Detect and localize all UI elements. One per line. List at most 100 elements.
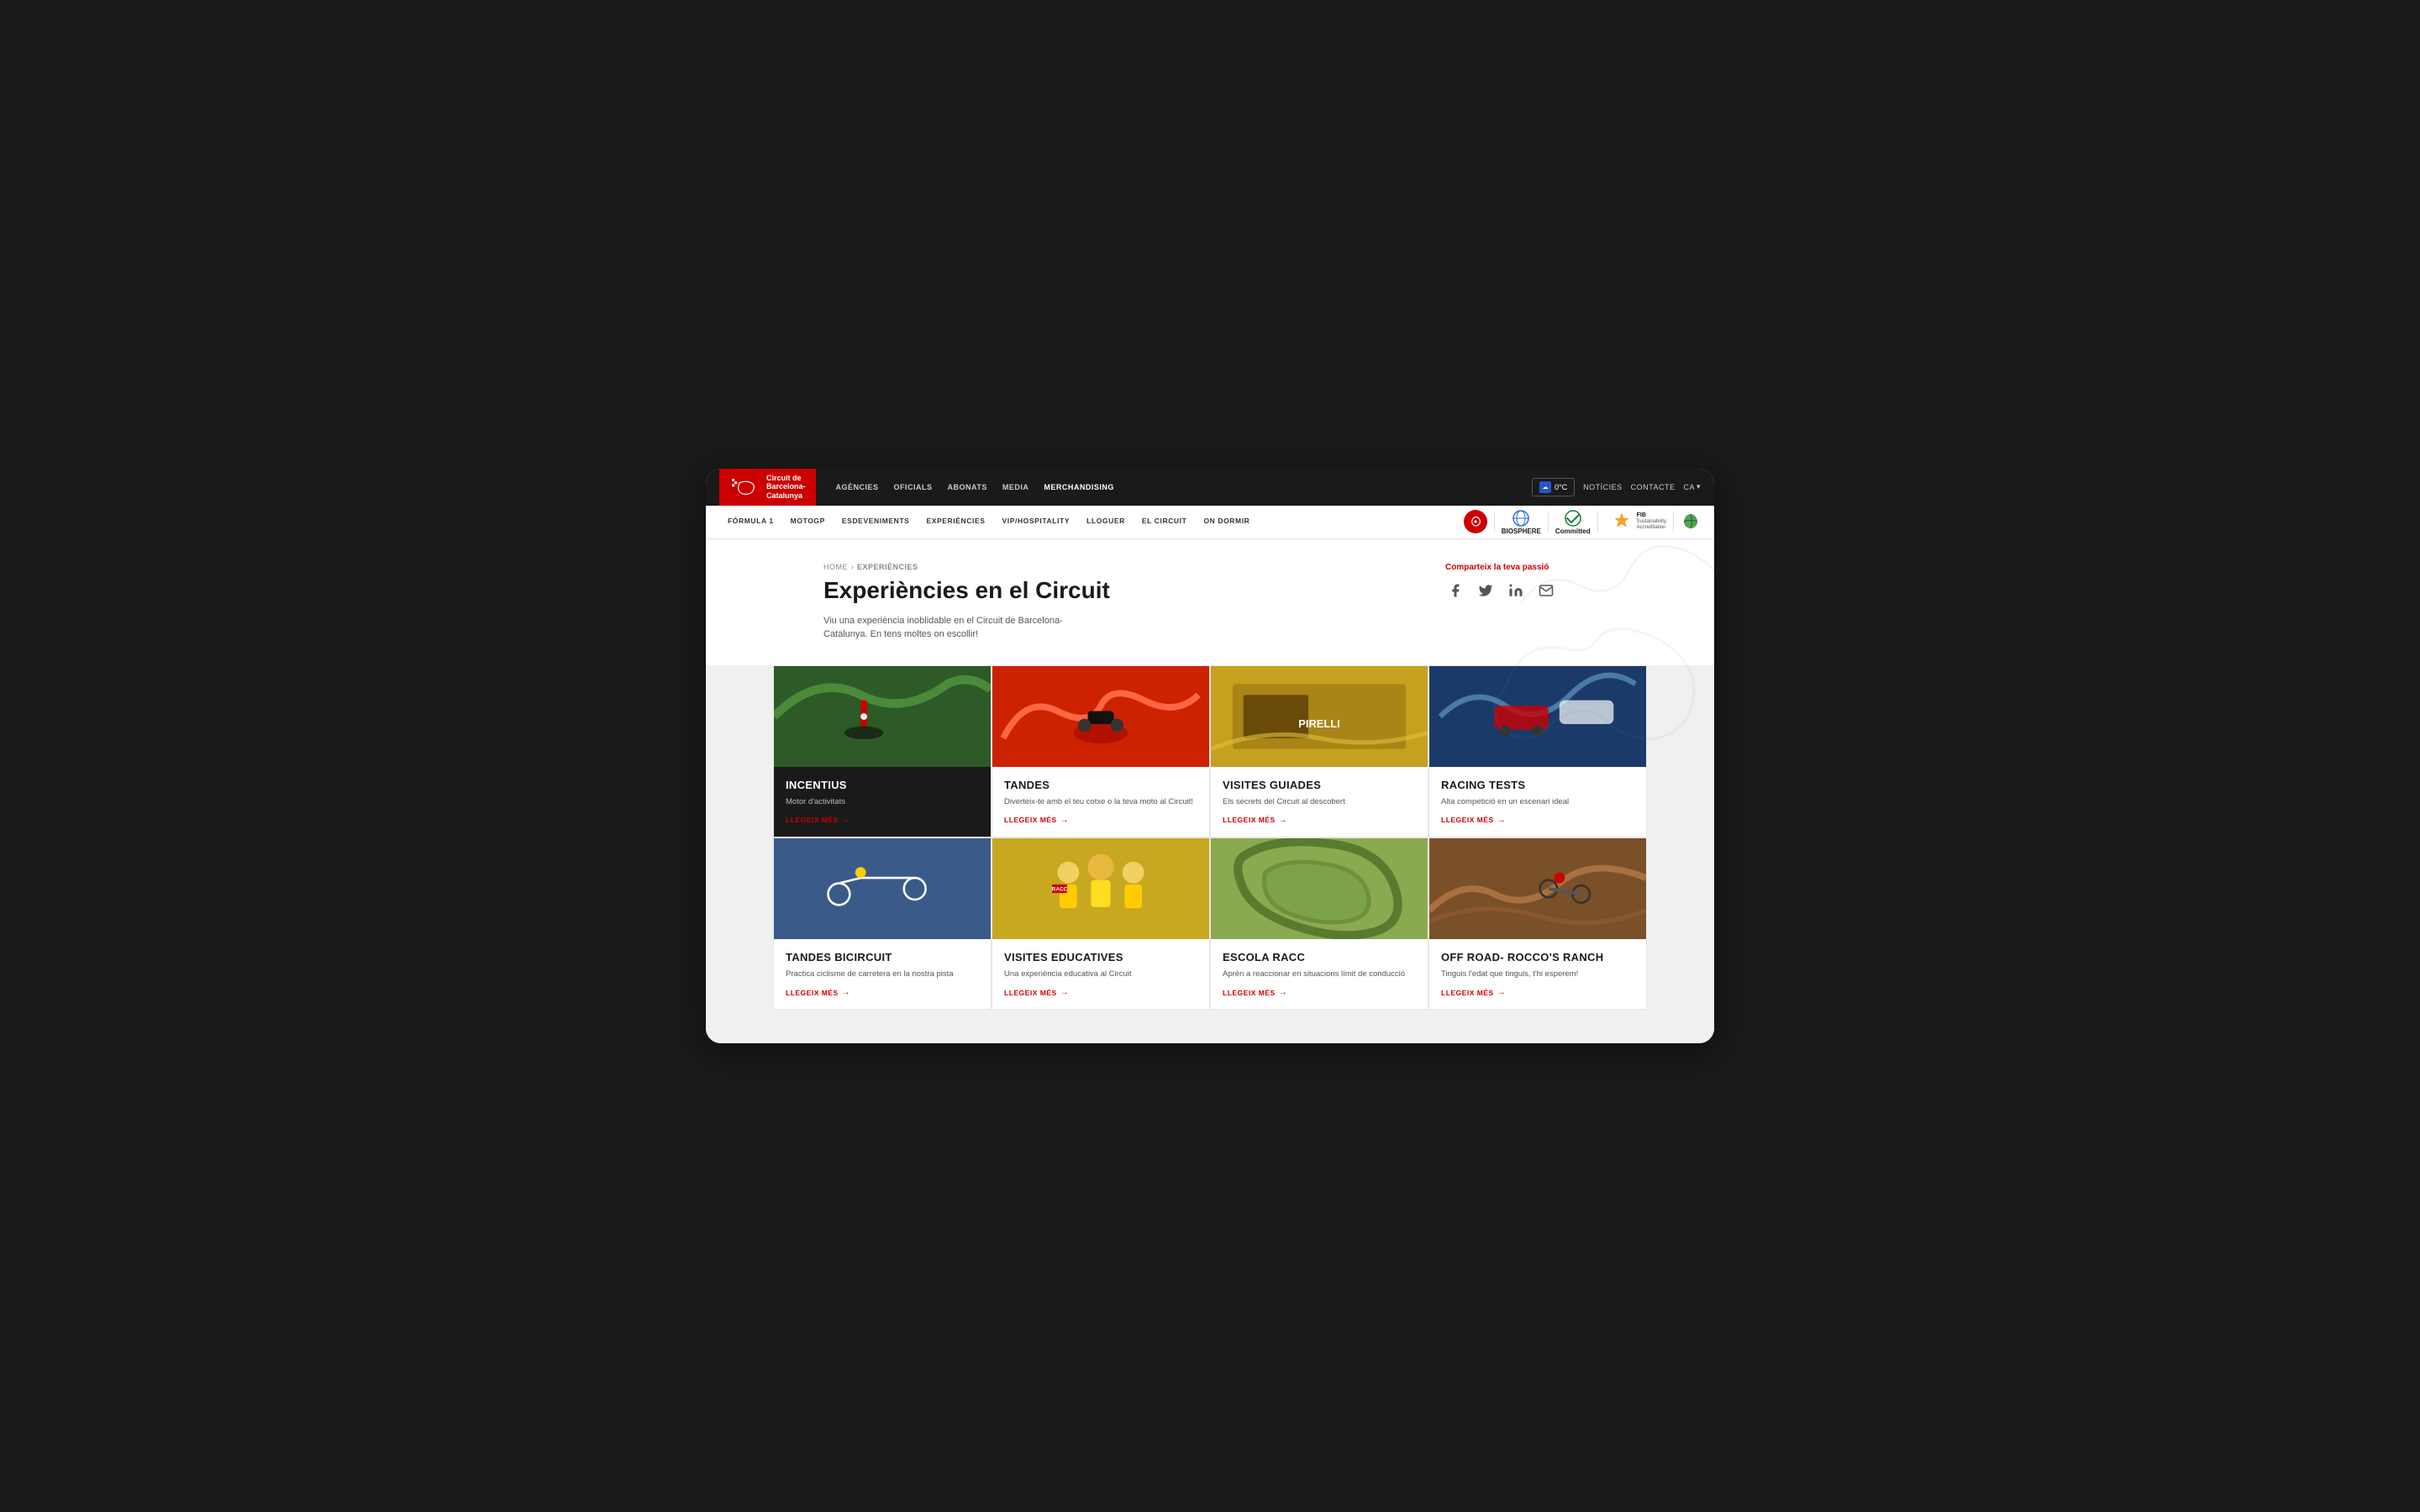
card-off-road-link[interactable]: LLEGEIX MÉS <box>1441 988 1634 997</box>
card-escola-racc-body: ESCOLA RACC Aprèn a reaccionar en situac… <box>1211 939 1428 1009</box>
card-incentius-title: INCENTIUS <box>786 779 979 791</box>
card-bicircuit-body: TANDES BICIRCUIT Practica ciclisme de ca… <box>774 939 991 1009</box>
card-racing-tests-body: RACING TESTS Alta competició en un escen… <box>1429 767 1646 837</box>
sec-nav-esdeveniments[interactable]: ESDEVENIMENTS <box>834 505 918 538</box>
facebook-icon[interactable] <box>1445 580 1465 601</box>
logo-text: Circuit de Barcelona- Catalunya <box>766 474 806 501</box>
committed-icon <box>1564 509 1582 528</box>
top-nav-officials[interactable]: OFICIALS <box>887 480 939 495</box>
card-incentius-body: INCENTIUS Motor d'activitats LLEGEIX MÉS <box>774 767 991 837</box>
committed-label: Committed <box>1555 528 1591 536</box>
card-tandes-body: TANDES Diverteix-te amb el teu cotxe o l… <box>992 767 1209 837</box>
card-bicircuit-title: TANDES BICIRCUIT <box>786 951 979 963</box>
card-racing-tests: RACING TESTS Alta competició en un escen… <box>1428 665 1647 837</box>
card-visites-guiades-link[interactable]: LLEGEIX MÉS <box>1223 816 1416 825</box>
badge-divider-2 <box>1548 512 1549 532</box>
browser-frame: Circuit de Barcelona- Catalunya AGÈNCIES… <box>706 469 1714 1043</box>
card-racing-tests-link[interactable]: LLEGEIX MÉS <box>1441 816 1634 825</box>
card-visites-educatives: RACC VISITES EDUCATIVES Una experiència … <box>992 837 1210 1010</box>
top-nav-language[interactable]: CA ▾ <box>1683 482 1701 491</box>
secondary-nav-links: FÓRMULA 1 MOTOGP ESDEVENIMENTS EXPERIÈNC… <box>719 505 1464 538</box>
linkedin-icon[interactable] <box>1506 580 1526 601</box>
card-offroad-image <box>1429 838 1646 939</box>
card-escola-racc-title: ESCOLA RACC <box>1223 951 1416 963</box>
sec-nav-motogp[interactable]: MOTOGP <box>782 505 834 538</box>
card-tandes-bicircuit: TANDES BICIRCUIT Practica ciclisme de ca… <box>773 837 992 1010</box>
biosphere-icon <box>1512 509 1530 528</box>
circuit-badge-icon <box>1469 515 1482 528</box>
weather-icon: ☁ <box>1539 481 1551 493</box>
badge-divider-4 <box>1673 512 1674 532</box>
card-bicircuit-image <box>774 838 991 939</box>
top-nav-abonats[interactable]: ABONATS <box>941 480 994 495</box>
card-tandes-desc: Diverteix-te amb el teu cotxe o la teva … <box>1004 796 1197 807</box>
social-icons <box>1445 580 1597 601</box>
card-incentius-image <box>774 666 991 767</box>
card-tandes-link[interactable]: LLEGEIX MÉS <box>1004 816 1197 825</box>
email-icon[interactable] <box>1536 580 1556 601</box>
card-racing-tests-title: RACING TESTS <box>1441 779 1634 791</box>
card-educatives-image: RACC <box>992 838 1209 939</box>
badge-divider-1 <box>1494 512 1495 532</box>
nav-badges: BIOSPHERE Committed FIB Sustainability <box>1464 509 1701 536</box>
card-educatives-desc: Una experiència educativa al Circuit <box>1004 969 1197 979</box>
sec-nav-formula1[interactable]: FÓRMULA 1 <box>719 505 782 538</box>
card-visites-guiades: PIRELLI VISITES GUIADES Els secrets del … <box>1210 665 1428 837</box>
card-incentius-link[interactable]: LLEGEIX MÉS <box>786 816 979 825</box>
sec-nav-on-dormir[interactable]: ON DORMIR <box>1195 505 1258 538</box>
top-nav-noticies[interactable]: NOTÍCIES <box>1583 483 1623 491</box>
sec-nav-experiencies[interactable]: EXPERIÈNCIES <box>918 505 993 538</box>
top-nav-merchandising[interactable]: MERCHANDISING <box>1037 480 1121 495</box>
card-off-road-desc: Tinguis l'edat que tinguis, t'hi esperem… <box>1441 969 1634 979</box>
sec-nav-vip[interactable]: VIP/HOSPITALITY <box>993 505 1078 538</box>
twitter-icon[interactable] <box>1476 580 1496 601</box>
card-visites-guiades-body: VISITES GUIADES Els secrets del Circuit … <box>1211 767 1428 837</box>
cards-grid: INCENTIUS Motor d'activitats LLEGEIX MÉS <box>773 665 1647 1011</box>
card-escola-image <box>1211 838 1428 939</box>
badge-divider-3 <box>1597 512 1598 532</box>
breadcrumb-current: EXPERIÈNCIES <box>857 563 918 571</box>
card-racing-image <box>1429 666 1646 767</box>
card-visites-guiades-title: VISITES GUIADES <box>1223 779 1416 791</box>
top-nav-links: AGÈNCIES OFICIALS ABONATS MEDIA MERCHAND… <box>829 480 1532 495</box>
svg-text:RACC: RACC <box>1052 886 1068 892</box>
sec-nav-circuit[interactable]: EL CIRCUIT <box>1134 505 1196 538</box>
circuit-badge <box>1464 510 1487 533</box>
card-educatives-body: VISITES EDUCATIVES Una experiència educa… <box>992 939 1209 1009</box>
card-tandes-image <box>992 666 1209 767</box>
card-bicircuit-desc: Practica ciclisme de carretera en la nos… <box>786 969 979 979</box>
card-tandes: TANDES Diverteix-te amb el teu cotxe o l… <box>992 665 1210 837</box>
fib-badge: FIB Sustainability Accreditation <box>1612 512 1666 532</box>
card-incentius-desc: Motor d'activitats <box>786 796 979 807</box>
cards-section: INCENTIUS Motor d'activitats LLEGEIX MÉS <box>706 665 1714 1044</box>
card-bicircuit-link[interactable]: LLEGEIX MÉS <box>786 988 979 997</box>
card-escola-racc-desc: Aprèn a reaccionar en situacions límit d… <box>1223 969 1416 979</box>
secondary-navigation: FÓRMULA 1 MOTOGP ESDEVENIMENTS EXPERIÈNC… <box>706 506 1714 539</box>
card-visites-guiades-desc: Els secrets del Circuit al descobert <box>1223 796 1416 807</box>
breadcrumb-home[interactable]: HOME <box>823 563 848 571</box>
top-navigation: Circuit de Barcelona- Catalunya AGÈNCIES… <box>706 469 1714 506</box>
circuit-logo-icon <box>729 476 761 498</box>
card-incentius: INCENTIUS Motor d'activitats LLEGEIX MÉS <box>773 665 992 837</box>
card-off-road-title: OFF ROAD- ROCCO'S RANCH <box>1441 951 1634 963</box>
card-escola-racc: ESCOLA RACC Aprèn a reaccionar en situac… <box>1210 837 1428 1010</box>
card-visites-image: PIRELLI <box>1211 666 1428 767</box>
main-content: HOME › EXPERIÈNCIES Experiències en el C… <box>706 539 1714 1043</box>
leaf-icon <box>1681 512 1701 532</box>
hero-left: HOME › EXPERIÈNCIES Experiències en el C… <box>823 563 1412 642</box>
card-racing-tests-desc: Alta competició en un escenari ideal <box>1441 796 1634 807</box>
card-educatives-title: VISITES EDUCATIVES <box>1004 951 1197 963</box>
svg-text:PIRELLI: PIRELLI <box>1298 717 1339 729</box>
top-nav-media[interactable]: MEDIA <box>996 480 1036 495</box>
top-nav-right: ☁ 0°C NOTÍCIES CONTACTE CA ▾ <box>1532 478 1701 496</box>
card-escola-racc-link[interactable]: LLEGEIX MÉS <box>1223 988 1416 997</box>
top-nav-agencies[interactable]: AGÈNCIES <box>829 480 886 495</box>
hero-description: Viu una experiència inoblidable en el Ci… <box>823 614 1092 642</box>
top-nav-contacte[interactable]: CONTACTE <box>1631 483 1676 491</box>
sec-nav-lloguer[interactable]: LLOGUER <box>1078 505 1134 538</box>
breadcrumb: HOME › EXPERIÈNCIES <box>823 563 1412 571</box>
card-educatives-link[interactable]: LLEGEIX MÉS <box>1004 988 1197 997</box>
card-off-road-body: OFF ROAD- ROCCO'S RANCH Tinguis l'edat q… <box>1429 939 1646 1009</box>
logo-area[interactable]: Circuit de Barcelona- Catalunya <box>719 469 816 506</box>
green-badge <box>1681 512 1701 532</box>
